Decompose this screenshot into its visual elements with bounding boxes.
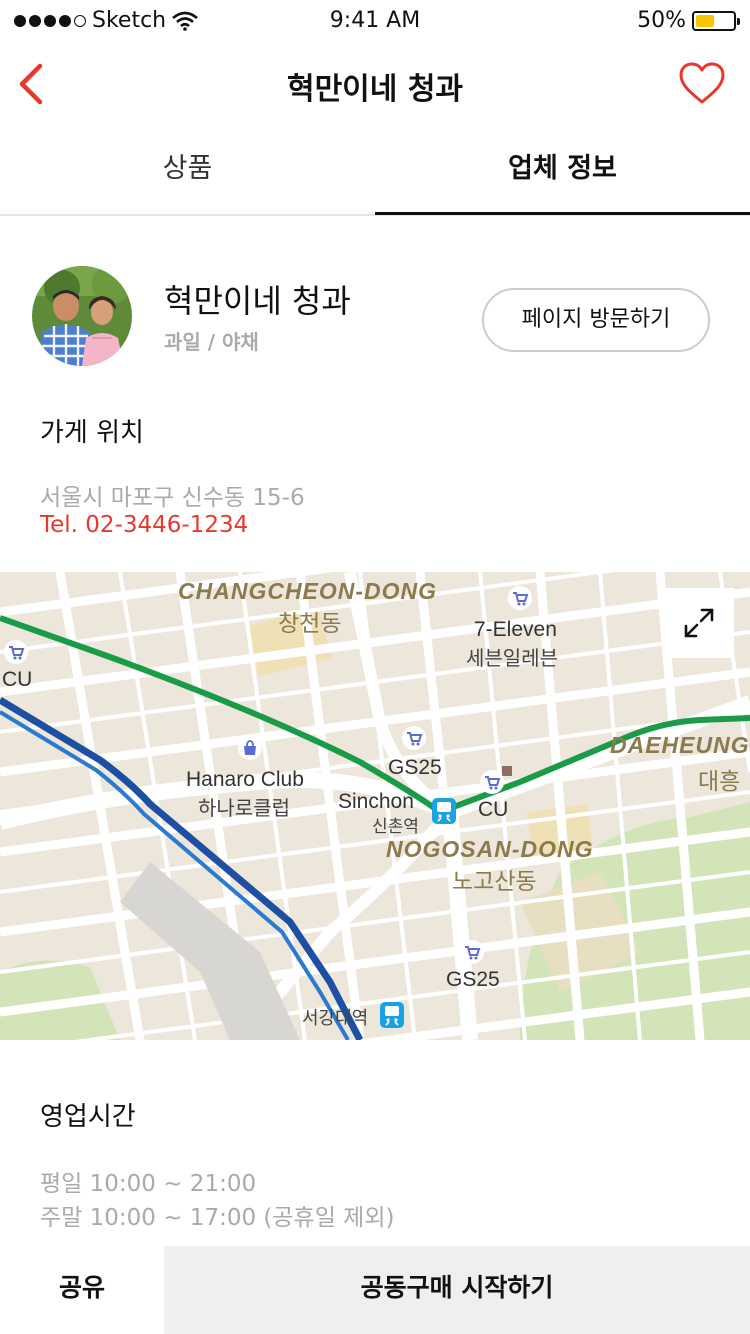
tab-products[interactable]: 상품: [0, 128, 375, 214]
poi-label: GS25: [388, 756, 442, 779]
district-label-ko: 노고산동: [452, 868, 537, 894]
status-bar: Sketch 9:41 AM 50%: [0, 0, 750, 40]
station-label-ko: 서강대역: [302, 1008, 369, 1028]
store-location-title: 가게 위치: [40, 418, 144, 448]
navigation-bar: 혁만이네 청과: [0, 40, 750, 128]
shopping-cart-icon: [402, 726, 426, 750]
shop-avatar: [32, 266, 132, 366]
business-hours-title: 영업시간: [40, 1102, 136, 1132]
poi-label: GS25: [446, 968, 500, 991]
shopping-cart-icon: [460, 940, 484, 964]
expand-icon: [684, 608, 714, 638]
poi-label-ko: 세븐일레븐: [466, 648, 558, 670]
bottom-action-bar: 공유 공동구매 시작하기: [0, 1246, 750, 1334]
weekend-hours: 주말 10:00 ~ 17:00 (공휴일 제외): [40, 1205, 395, 1231]
battery-status: 50%: [637, 8, 740, 33]
shopping-cart-icon: [508, 586, 532, 610]
shopping-cart-icon: [480, 770, 504, 794]
shopping-bag-icon: [238, 736, 262, 760]
weekday-hours: 평일 10:00 ~ 21:00: [40, 1171, 257, 1197]
station-label: Sinchon: [338, 790, 414, 813]
poi-label: CU: [478, 798, 509, 821]
poi-label: CU: [2, 668, 33, 691]
district-label: CHANGCHEON-DONG: [178, 578, 438, 604]
district-label: DAEHEUNG: [610, 732, 750, 758]
store-map[interactable]: CHANGCHEON-DONG 창천동 DAEHEUNG 대흥 NOGOSAN-…: [0, 572, 750, 1040]
visit-page-button[interactable]: 페이지 방문하기: [482, 288, 710, 352]
battery-icon: [692, 10, 740, 31]
battery-percent: 50%: [637, 8, 686, 33]
start-group-buy-button[interactable]: 공동구매 시작하기: [164, 1246, 750, 1334]
store-address: 서울시 마포구 신수동 15-6: [40, 485, 305, 511]
poi-label: 7-Eleven: [474, 618, 557, 641]
tab-shop-info[interactable]: 업체 정보: [375, 128, 750, 215]
subway-station-icon: [380, 1002, 404, 1028]
station-label-ko: 신촌역: [372, 817, 419, 836]
subway-station-icon: [432, 798, 456, 824]
district-label-ko: 창천동: [278, 610, 342, 636]
poi-label-ko: 하나로클럽: [198, 798, 290, 820]
shop-name: 혁만이네 청과: [164, 282, 351, 320]
page-title: 혁만이네 청과: [286, 72, 464, 107]
poi-label: Hanaro Club: [186, 768, 304, 791]
shop-category: 과일 / 야채: [164, 330, 259, 354]
district-label-ko: 대흥: [698, 768, 741, 794]
tab-bar: 상품 업체 정보: [0, 128, 750, 216]
heart-outline-icon[interactable]: [678, 60, 726, 108]
district-label: NOGOSAN-DONG: [386, 836, 594, 862]
shopping-cart-icon: [4, 640, 28, 664]
share-button[interactable]: 공유: [0, 1246, 164, 1334]
map-expand-button[interactable]: [664, 588, 734, 658]
store-phone-link[interactable]: Tel. 02-3446-1234: [40, 512, 248, 538]
